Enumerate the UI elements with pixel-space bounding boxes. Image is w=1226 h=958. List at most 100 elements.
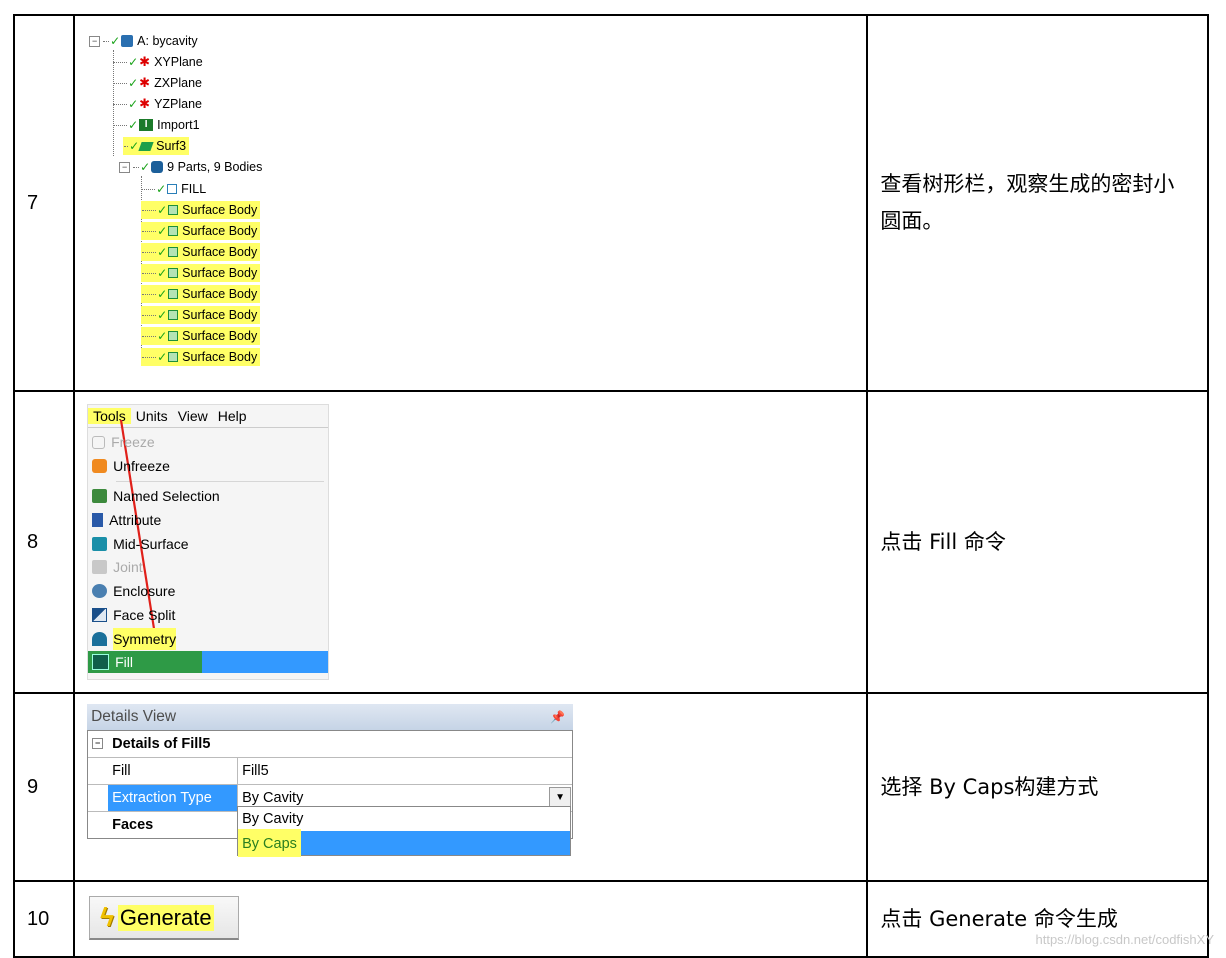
step-description: 选择 By Caps构建方式 (866, 692, 1209, 882)
face-split-icon (92, 608, 108, 622)
tree-surface-body[interactable]: ✓ Surface Body (141, 264, 261, 282)
part-icon (121, 35, 134, 47)
enclosure-icon (92, 584, 108, 598)
step-row-7: 7 − ✓ A: bycavity ✓ ✱ XYPlane ✓ ✱ ZXPlan… (12, 14, 1209, 392)
named-selection-icon (92, 489, 108, 503)
tools-menu: Tools Units View Help Freeze Unfreeze Na… (87, 404, 330, 680)
menu-bar: Tools Units View Help (88, 405, 329, 428)
details-view: Details View 📌 − Details of Fill5 Fill F… (87, 704, 574, 857)
tree-plane-zx[interactable]: ✓ ✱ ZXPlane (113, 74, 202, 92)
details-screenshot: Details View 📌 − Details of Fill5 Fill F… (73, 692, 869, 882)
tree-surf[interactable]: ✓ Surf3 (123, 137, 190, 155)
plane-icon: ✱ (139, 54, 151, 69)
step-row-8: 8 Tools Units View Help Freeze Unfreeze … (12, 390, 1209, 694)
menu-units[interactable]: Units (131, 408, 173, 424)
surface-body-icon (168, 310, 179, 320)
import-icon: I (139, 119, 154, 131)
surface-body-icon (168, 289, 179, 299)
pin-icon[interactable]: 📌 (550, 704, 565, 730)
check-icon: ✓ (156, 182, 167, 196)
surface-body-icon (168, 331, 179, 341)
menu-item-freeze[interactable]: Freeze (88, 431, 328, 453)
check-icon: ✓ (129, 139, 140, 153)
step-description: 查看树形栏，观察生成的密封小圆面。 (866, 14, 1209, 392)
plane-icon: ✱ (139, 96, 151, 111)
check-icon: ✓ (157, 287, 168, 301)
fill-icon (92, 654, 110, 670)
menu-screenshot: Tools Units View Help Freeze Unfreeze Na… (73, 390, 869, 694)
menu-item-fill[interactable]: Fill (88, 651, 329, 673)
extraction-type-dropdown: By Cavity By Caps (237, 806, 572, 857)
menu-view[interactable]: View (173, 408, 213, 424)
surface-body-icon (168, 205, 179, 215)
step-number: 10 (12, 880, 76, 958)
tree-surface-body[interactable]: ✓ Surface Body (141, 348, 261, 366)
generate-button[interactable]: ϟ Generate (89, 896, 240, 940)
check-icon: ✓ (140, 160, 151, 174)
bodies-icon (151, 161, 164, 173)
check-icon: ✓ (128, 118, 139, 132)
tree-surface-body[interactable]: ✓ Surface Body (141, 327, 261, 345)
details-row-fill[interactable]: Fill Fill5 (88, 757, 573, 784)
menu-tools[interactable]: Tools (88, 408, 131, 424)
menu-item-symmetry[interactable]: Symmetry (88, 628, 328, 650)
attribute-icon (92, 513, 104, 527)
tree-fill[interactable]: ✓ FILL (141, 180, 206, 198)
surface-body-icon (168, 226, 179, 236)
step-number: 7 (12, 14, 76, 392)
menu-help[interactable]: Help (213, 408, 252, 424)
check-icon: ✓ (128, 97, 139, 111)
menu-item-unfreeze[interactable]: Unfreeze (88, 455, 328, 477)
check-icon: ✓ (128, 76, 139, 90)
surface-body-icon (168, 352, 179, 362)
tree-plane-yz[interactable]: ✓ ✱ YZPlane (113, 95, 202, 113)
tree-surface-body[interactable]: ✓ Surface Body (141, 201, 261, 219)
plane-icon: ✱ (139, 75, 151, 90)
check-icon: ✓ (157, 308, 168, 322)
collapse-icon[interactable]: − (92, 738, 104, 749)
check-icon: ✓ (157, 224, 168, 238)
unfreeze-icon (92, 459, 108, 473)
tree-surface-body[interactable]: ✓ Surface Body (141, 243, 261, 261)
symmetry-icon (92, 632, 108, 646)
check-icon: ✓ (157, 245, 168, 259)
check-icon: ✓ (157, 203, 168, 217)
menu-item-joint[interactable]: Joint (88, 556, 328, 578)
joint-icon (92, 560, 108, 574)
tree-parts[interactable]: − ✓ 9 Parts, 9 Bodies (119, 158, 262, 176)
menu-item-face-split[interactable]: Face Split (88, 604, 328, 626)
surface-body-icon (168, 268, 179, 278)
option-by-cavity[interactable]: By Cavity (238, 807, 570, 831)
watermark: https://blog.csdn.net/codfishXY (1035, 932, 1215, 947)
surface-body-icon (168, 247, 179, 257)
menu-item-attribute[interactable]: Attribute (88, 509, 328, 531)
tree-surface-body[interactable]: ✓ Surface Body (141, 285, 261, 303)
details-header-row: − Details of Fill5 (88, 730, 573, 757)
mid-surface-icon (92, 537, 108, 551)
check-icon: ✓ (157, 266, 168, 280)
tree-root[interactable]: − ✓ A: bycavity (89, 32, 198, 50)
menu-item-named-selection[interactable]: Named Selection (88, 485, 328, 507)
steps-table: 7 − ✓ A: bycavity ✓ ✱ XYPlane ✓ ✱ ZXPlan… (12, 14, 1209, 958)
menu-item-mid-surface[interactable]: Mid-Surface (88, 533, 328, 555)
lightning-icon: ϟ (100, 902, 114, 932)
tree-surface-body[interactable]: ✓ Surface Body (141, 222, 261, 240)
option-by-caps[interactable]: By Caps (238, 829, 571, 857)
check-icon: ✓ (157, 350, 168, 364)
collapse-icon[interactable]: − (89, 35, 101, 47)
step-row-10: 10 ϟ Generate 点击 Generate 命令生成 (12, 880, 1209, 958)
tree-plane-xy[interactable]: ✓ ✱ XYPlane (113, 53, 203, 71)
surface-icon (138, 141, 154, 151)
step-row-9: 9 Details View 📌 − Details of Fill5 Fill (12, 692, 1209, 882)
step-number: 9 (12, 692, 76, 882)
collapse-icon[interactable]: − (119, 161, 131, 173)
tree-surface-body[interactable]: ✓ Surface Body (141, 306, 261, 324)
details-view-title: Details View 📌 (87, 704, 574, 730)
step-description: 点击 Fill 命令 (866, 390, 1209, 694)
tree-import[interactable]: ✓ I Import1 (113, 116, 200, 134)
check-icon: ✓ (128, 55, 139, 69)
tree-screenshot: − ✓ A: bycavity ✓ ✱ XYPlane ✓ ✱ ZXPlane … (73, 14, 869, 392)
generate-screenshot: ϟ Generate (73, 880, 869, 958)
menu-item-enclosure[interactable]: Enclosure (88, 580, 328, 602)
freeze-icon (92, 435, 106, 449)
